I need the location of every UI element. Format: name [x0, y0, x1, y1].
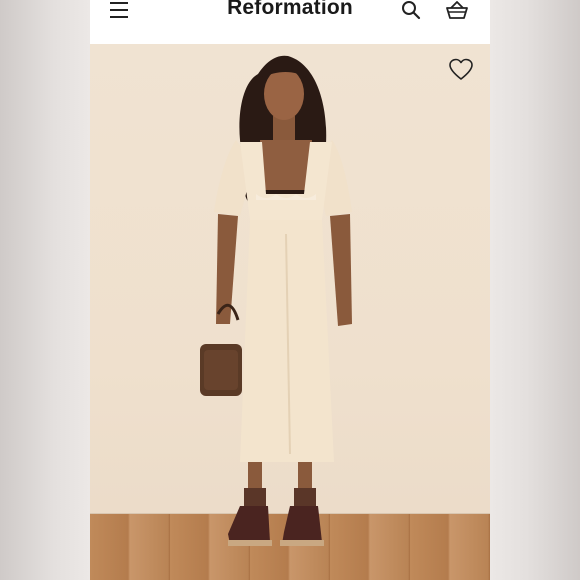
search-icon[interactable] [400, 0, 422, 22]
bag-icon[interactable] [445, 0, 469, 22]
blurred-background-right [490, 0, 580, 580]
product-image[interactable] [90, 44, 490, 580]
app-screen: Reformation [90, 0, 490, 580]
model-figure [200, 55, 352, 546]
heart-icon[interactable] [448, 58, 474, 82]
blurred-background-left [0, 0, 90, 580]
brand-logo[interactable]: Reformation [90, 0, 490, 20]
top-nav-bar: Reformation [90, 0, 490, 42]
